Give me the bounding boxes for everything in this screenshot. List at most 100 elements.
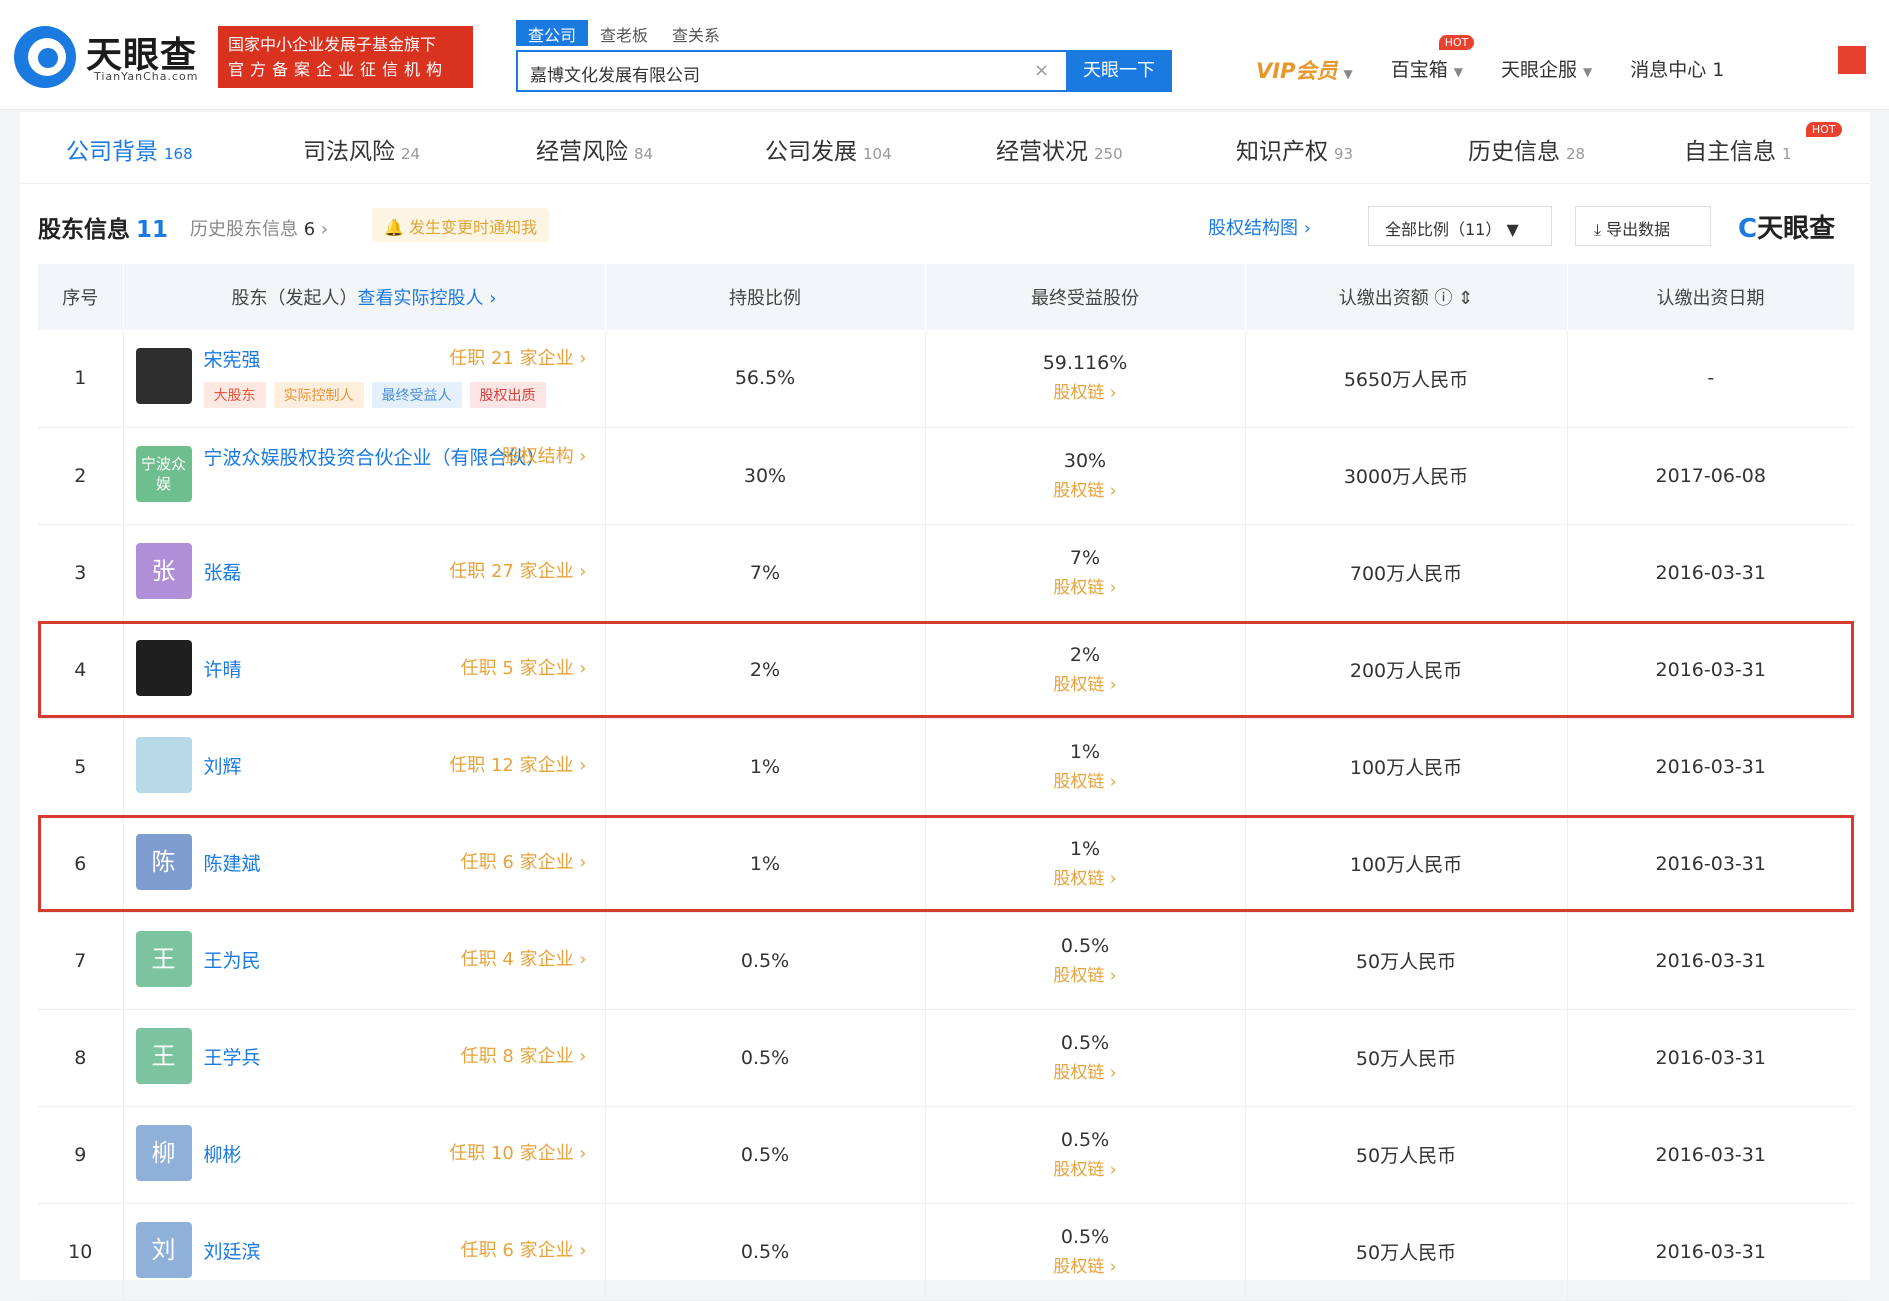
positions-link[interactable]: 任职 21 家企业 › [449,344,586,370]
history-shareholders-link[interactable]: 历史股东信息 6 › [190,215,328,241]
tab-history-info[interactable]: 历史信息 28 [1468,132,1585,166]
benefit-value: 0.5% [1060,1128,1110,1151]
nav-vip-label: VIP会员 [1256,59,1338,83]
equity-chain-link[interactable]: 股权链 › [927,378,1244,408]
tab-operation-status[interactable]: 经营状况 250 [996,132,1123,166]
equity-chain-link[interactable]: 股权链 › [927,670,1244,700]
avatar[interactable]: 王 [135,1027,192,1084]
equity-chain-link[interactable]: 股权链 › [927,573,1244,603]
view-controller-link[interactable]: 查看实际控股人 › [358,288,497,309]
positions-link[interactable]: 任职 5 家企业 › [461,654,587,680]
positions-link[interactable]: 任职 8 家企业 › [461,1042,587,1068]
table-body: 1 宋宪强 任职 21 家企业 › 大股东 实际控制人 最终受益人 股权出质 56.5% 59.… [38,330,1854,1301]
table-header-row: 序号 股东（发起人）查看实际控股人 › 持股比例 最终受益股份 认缴出资额 ⓘ … [38,264,1855,330]
cell-benefit: 0.5% 股权链 › [925,1009,1246,1107]
benefit-value: 30% [1063,449,1107,472]
section-title-text: 股东信息 [38,217,130,243]
avatar[interactable]: 陈 [135,833,192,890]
tab-label: 知识产权 [1236,139,1328,165]
hot-badge: HOT [1438,35,1475,50]
tab-operation-risk[interactable]: 经营风险 84 [536,132,653,166]
cell-ratio: 56.5% [605,330,926,428]
positions-link[interactable]: 任职 12 家企业 › [449,751,586,777]
chevron-down-icon: ▼ [1453,65,1463,79]
avatar[interactable] [135,736,192,793]
positions-link[interactable]: 任职 6 家企业 › [461,1236,587,1262]
cell-index: 6 [38,815,124,913]
cell-date: 2016-03-31 [1567,1203,1854,1301]
cell-holder: 柳柳彬 任职 10 家企业 › [123,1106,606,1204]
search-tab-boss[interactable]: 查老板 [588,20,660,46]
cell-capital: 100万人民币 [1245,718,1568,816]
col-capital[interactable]: 认缴出资额 ⓘ ⇕ [1245,264,1568,330]
section-title: 股东信息 11 [38,210,168,244]
avatar[interactable]: 张 [135,542,192,599]
cell-index: 1 [38,330,124,428]
search-tab-company[interactable]: 查公司 [516,20,589,46]
col-ratio: 持股比例 [605,264,926,330]
benefit-value: 0.5% [1060,1031,1110,1054]
official-badge: 国家中小企业发展子基金旗下 官方备案企业征信机构 [218,26,473,88]
cell-benefit: 0.5% 股权链 › [925,1203,1246,1301]
tab-company-development[interactable]: 公司发展 104 [765,132,892,166]
cell-capital: 5650万人民币 [1245,330,1568,428]
table-row: 10 刘刘廷滨 任职 6 家企业 › 0.5% 0.5% 股权链 › 50万人民币 2016-… [38,1203,1854,1301]
search-type-tabs: 查公司 查老板 查关系 [516,20,732,46]
positions-link[interactable]: 股权结构 › [502,442,587,468]
tab-self-info[interactable]: 自主信息 1 HOT [1684,122,1842,166]
search-input[interactable]: 嘉博文化发展有限公司 [516,50,1068,92]
cell-ratio: 1% [605,718,926,816]
cell-capital: 100万人民币 [1245,815,1568,913]
avatar[interactable] [135,639,192,696]
cell-date: 2016-03-31 [1567,718,1854,816]
clear-icon[interactable]: × [1034,60,1049,81]
export-data-button[interactable]: ⤓ 导出数据 [1575,206,1711,246]
positions-link[interactable]: 任职 27 家企业 › [449,557,586,583]
avatar[interactable]: 王 [135,930,192,987]
notify-on-change-button[interactable]: 🔔 发生变更时通知我 [372,208,550,242]
cell-holder: 陈陈建斌 任职 6 家企业 › [123,815,606,913]
equity-chain-link[interactable]: 股权链 › [927,1058,1244,1088]
benefit-value: 0.5% [1060,1225,1110,1248]
nav-toolbox[interactable]: 百宝箱 ▼ HOT [1391,35,1475,85]
tab-judicial-risk[interactable]: 司法风险 24 [303,132,420,166]
tab-label: 历史信息 [1468,139,1560,165]
positions-link[interactable]: 任职 6 家企业 › [461,848,587,874]
cell-ratio: 0.5% [605,1203,926,1301]
tab-label: 司法风险 [303,139,395,165]
chevron-down-icon: ▼ [1582,65,1593,79]
cell-capital: 50万人民币 [1245,912,1568,1010]
avatar[interactable]: 宁波众娱 [135,445,192,502]
ratio-filter-select[interactable]: 全部比例（11） ▼ [1368,206,1552,246]
avatar[interactable] [135,348,192,404]
equity-chain-link[interactable]: 股权链 › [927,1252,1244,1282]
equity-structure-link[interactable]: 股权结构图 › [1208,214,1311,240]
positions-link[interactable]: 任职 4 家企业 › [461,945,587,971]
equity-chain-link[interactable]: 股权链 › [927,961,1244,991]
nav-vip[interactable]: VIP会员 ▼ [1256,55,1353,85]
equity-chain-link[interactable]: 股权链 › [927,864,1244,894]
brand-text: 天眼查 [1757,214,1836,244]
cell-holder: 张张磊 任职 27 家企业 › [123,524,606,622]
user-avatar[interactable] [1838,46,1866,74]
cell-benefit: 30% 股权链 › [925,427,1246,525]
equity-chain-link[interactable]: 股权链 › [927,767,1244,797]
tab-label: 经营风险 [536,139,628,165]
holder-name-link[interactable]: 宁波众娱股权投资合伙企业（有限合伙） [204,442,546,474]
equity-chain-link[interactable]: 股权链 › [927,476,1244,506]
equity-chain-link[interactable]: 股权链 › [927,1155,1244,1185]
search-tab-relation[interactable]: 查关系 [660,20,732,46]
avatar[interactable]: 柳 [135,1124,192,1181]
cell-ratio: 1% [605,815,926,913]
cell-date: 2016-03-31 [1567,1106,1854,1204]
tianyancha-logo[interactable]: 天眼查 TianYanCha.com [14,26,204,88]
positions-link[interactable]: 任职 10 家企业 › [449,1139,586,1165]
tab-intellectual-property[interactable]: 知识产权 93 [1236,132,1353,166]
search-button[interactable]: 天眼一下 [1066,50,1172,92]
cell-ratio: 0.5% [605,912,926,1010]
tab-company-background[interactable]: 公司背景 168 [66,132,193,166]
table-row: 5 刘辉 任职 12 家企业 › 1% 1% 股权链 › 100万人民币 2016-03-31 [38,718,1854,816]
nav-enterprise-service[interactable]: 天眼企服 ▼ [1501,55,1592,85]
nav-messages[interactable]: 消息中心 1 [1630,55,1724,85]
avatar[interactable]: 刘 [135,1221,192,1278]
